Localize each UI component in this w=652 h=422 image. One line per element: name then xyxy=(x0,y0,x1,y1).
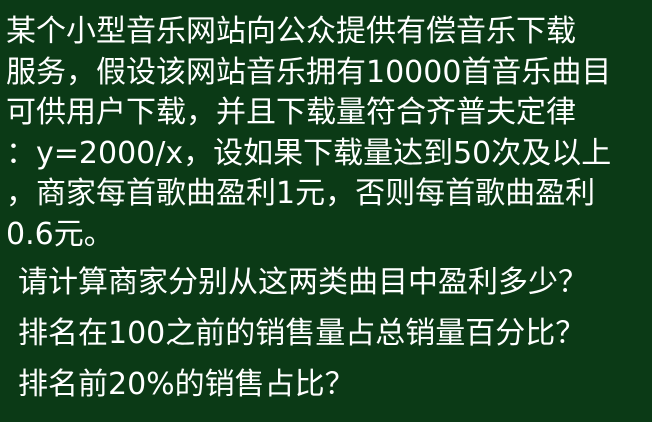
paragraph-line-4: ：y=2000/x，设如果下载量达到50次及以上 xyxy=(6,135,612,171)
question-list: 请计算商家分别从这两类曲目中盈利多少？ 排名在100之前的销售量占总销量百分比？… xyxy=(18,257,648,410)
question-3: 排名前20%的销售占比？ xyxy=(18,367,355,402)
paragraph-line-3: 可供用户下载，并且下载量符合齐普夫定律 xyxy=(6,95,576,130)
question-1: 请计算商家分别从这两类曲目中盈利多少？ xyxy=(18,265,588,300)
paragraph-line-1: 某个小型音乐网站向公众提供有偿音乐下载 xyxy=(6,14,576,49)
paragraph-line-6: 0.6元。 xyxy=(6,216,114,252)
paragraph-line-5: ，商家每首歌曲盈利1元，否则每首歌曲盈利 xyxy=(6,176,596,211)
problem-paragraph: 某个小型音乐网站向公众提供有偿音乐下载 服务，假设该网站音乐拥有10000首音乐… xyxy=(6,12,646,255)
slide: 某个小型音乐网站向公众提供有偿音乐下载 服务，假设该网站音乐拥有10000首音乐… xyxy=(0,0,652,422)
question-2: 排名在100之前的销售量占总销量百分比？ xyxy=(18,316,586,351)
paragraph-line-2: 服务，假设该网站音乐拥有10000首音乐曲目 xyxy=(6,54,612,90)
